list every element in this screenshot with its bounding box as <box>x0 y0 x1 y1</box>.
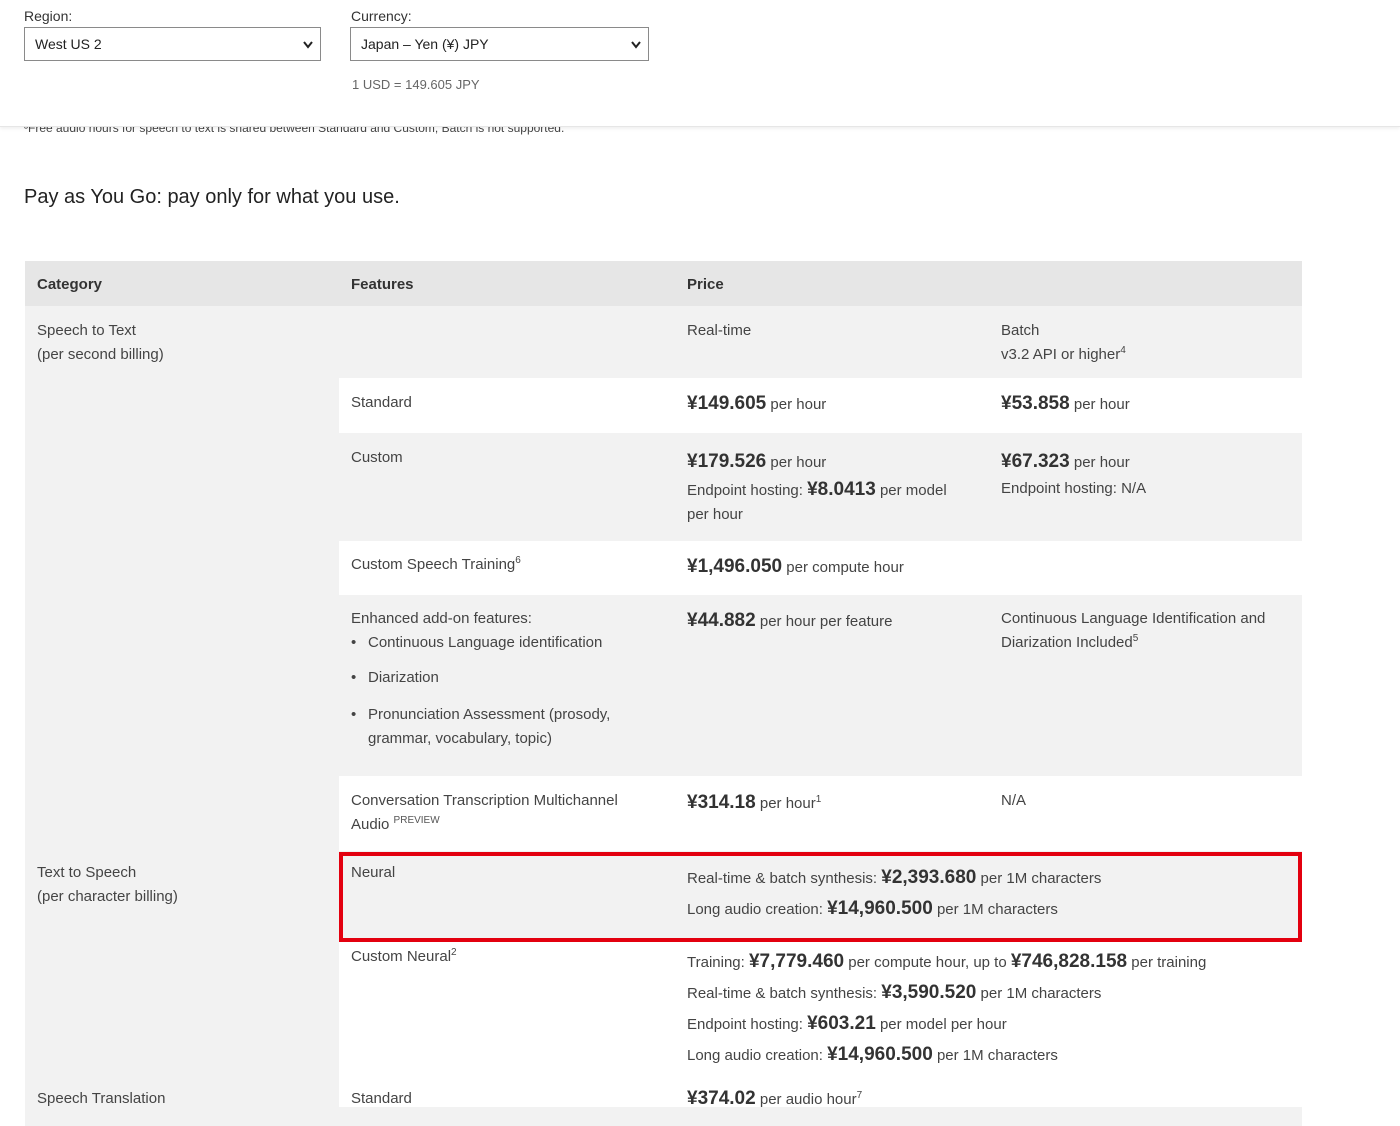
batch-conversation: N/A <box>1001 792 1027 809</box>
list-item: Continuous Language identification <box>351 631 610 655</box>
feature-conversation-transcription: Conversation Transcription Multichannel … <box>351 792 618 833</box>
list-item: Diarization <box>351 666 610 690</box>
feature-translation-standard: Standard <box>351 1090 412 1107</box>
price-training: ¥1,496.050 per compute hour <box>687 556 904 577</box>
page-heading: Pay as You Go: pay only for what you use… <box>24 186 400 208</box>
currency-select[interactable]: Japan – Yen (¥) JPY <box>350 27 649 61</box>
category-text-to-speech: Text to Speech (per character billing) <box>37 864 178 905</box>
currency-label: Currency: <box>351 8 412 24</box>
category-speech-translation: Speech Translation <box>37 1090 166 1107</box>
col-batch: Batch v3.2 API or higher4 <box>1001 322 1126 363</box>
price-custom-batch: ¥67.323 per hour Endpoint hosting: N/A <box>1001 451 1147 497</box>
price-standard-realtime: ¥149.605 per hour <box>687 393 827 414</box>
col-realtime: Real-time <box>687 322 752 339</box>
region-select[interactable]: West US 2 <box>24 27 321 61</box>
feature-custom: Custom <box>351 449 403 466</box>
batch-enhanced: Continuous Language Identification and D… <box>1001 610 1266 651</box>
preview-badge: PREVIEW <box>393 815 440 826</box>
header-features: Features <box>351 276 414 293</box>
header-category: Category <box>37 276 103 293</box>
feature-enhanced: Enhanced add-on features: Continuous Lan… <box>351 607 610 751</box>
price-conversation: ¥314.18 per hour1 <box>687 792 822 813</box>
price-custom-realtime: ¥179.526 per hour Endpoint hosting: ¥8.0… <box>687 451 947 523</box>
filter-bar: Region: West US 2 Currency: Japan – Yen … <box>0 0 1400 127</box>
exchange-rate: 1 USD = 149.605 JPY <box>352 77 480 92</box>
chevron-down-icon <box>302 29 314 73</box>
list-item: Pronunciation Assessment (prosody, <box>351 703 610 727</box>
price-standard-batch: ¥53.858 per hour <box>1001 393 1130 414</box>
currency-value: Japan – Yen (¥) JPY <box>361 36 489 52</box>
region-label: Region: <box>24 8 73 24</box>
region-value: West US 2 <box>35 36 102 52</box>
table-header: Category Features Price <box>25 261 1302 306</box>
price-custom-neural: Training: ¥7,779.460 per compute hour, u… <box>687 951 1207 1065</box>
category-speech-to-text: Speech to Text (per second billing) <box>37 322 164 363</box>
feature-custom-neural: Custom Neural2 <box>351 947 457 966</box>
feature-custom-speech-training: Custom Speech Training6 <box>351 555 521 574</box>
price-translation: ¥374.02 per audio hour7 <box>687 1088 863 1109</box>
header-price: Price <box>687 276 724 293</box>
price-enhanced: ¥44.882 per hour per feature <box>687 610 893 631</box>
chevron-down-icon <box>630 29 642 73</box>
feature-standard: Standard <box>351 394 412 411</box>
highlight-box <box>339 852 1302 942</box>
